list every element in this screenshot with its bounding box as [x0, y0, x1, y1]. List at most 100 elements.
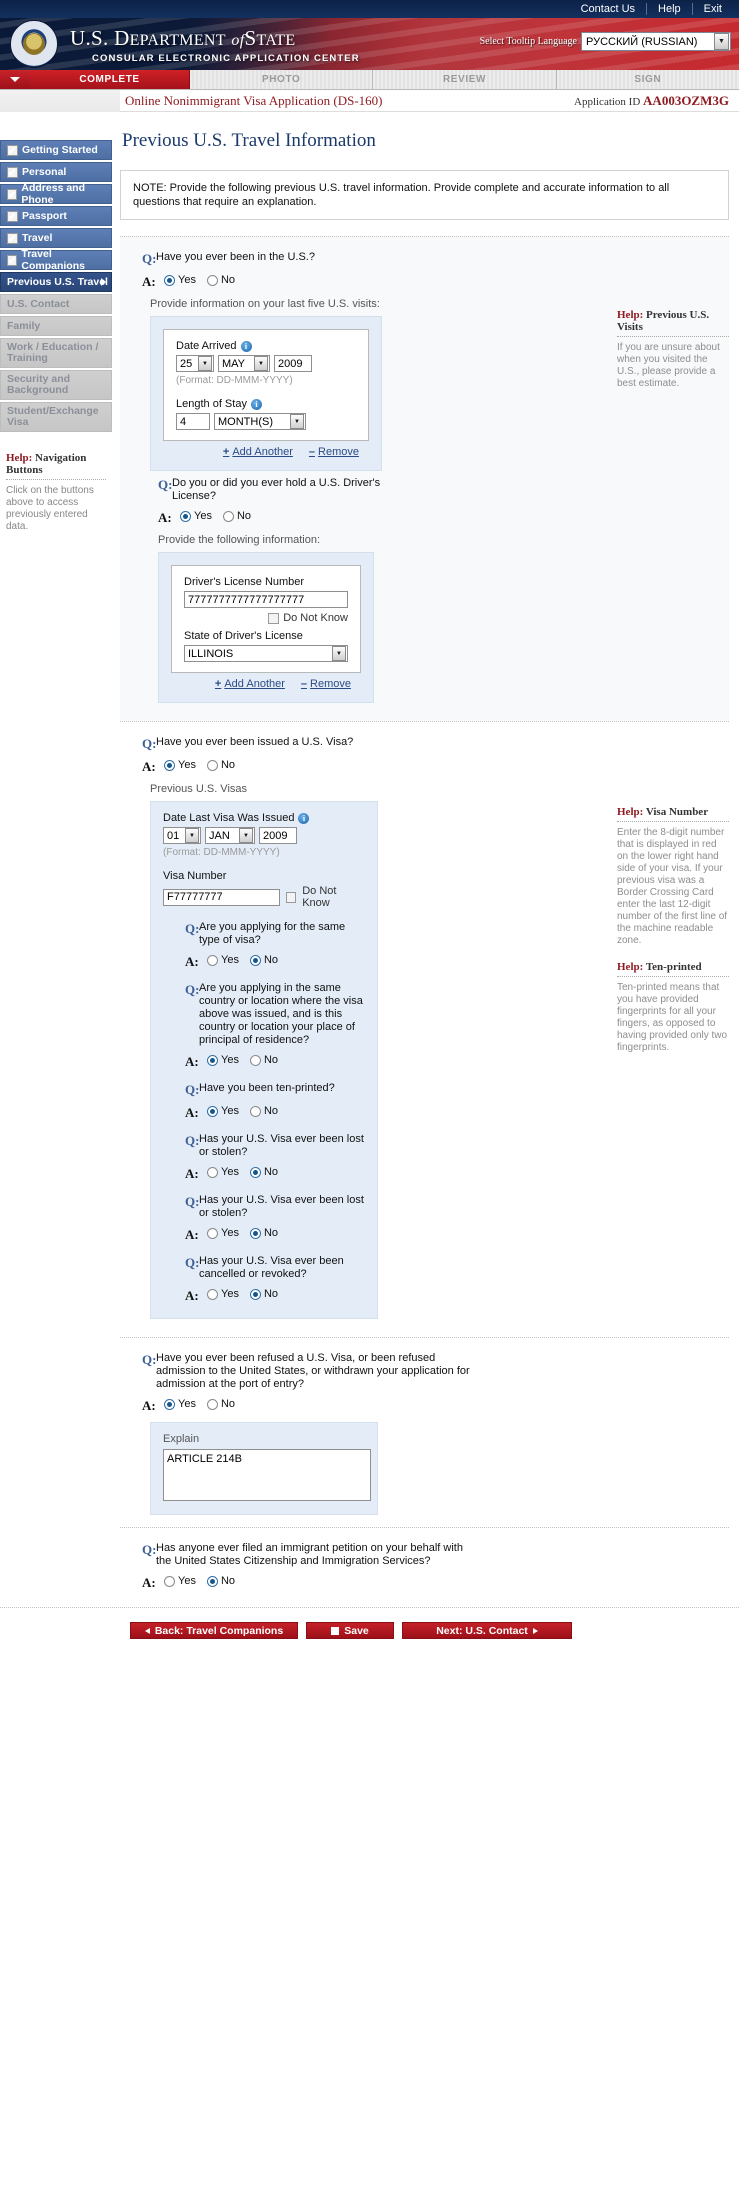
step-sign[interactable]: SIGN	[556, 70, 739, 89]
radio-no-cancelled-revoked[interactable]: No	[249, 1288, 278, 1300]
sidebar-item-security-and-background[interactable]: Security and Background	[0, 370, 112, 400]
radio-no-same-country[interactable]: No	[249, 1054, 278, 1066]
radio-icon[interactable]	[206, 274, 218, 286]
radio-icon[interactable]	[222, 510, 234, 522]
back-button[interactable]: Back: Travel Companions	[130, 1622, 298, 1639]
sidebar-item-travel[interactable]: ✔ Travel	[0, 228, 112, 248]
dl-number-input[interactable]: 7777777777777777777	[184, 591, 348, 608]
step-complete[interactable]: COMPLETE	[30, 70, 190, 89]
chevron-down-icon[interactable]: ▼	[290, 414, 304, 429]
radio-label: No	[236, 510, 252, 522]
radio-icon-selected[interactable]	[207, 1054, 218, 1066]
do-not-know-checkbox-dl[interactable]	[268, 612, 280, 624]
brand-wordmark: U.S. DEPARTMENT ofSTATE CONSULAR ELECTRO…	[70, 26, 360, 64]
radio-icon[interactable]	[207, 1166, 218, 1178]
sidebar-item-student-exchange-visa[interactable]: Student/Exchange Visa	[0, 402, 112, 432]
radio-icon[interactable]	[164, 1575, 175, 1587]
remove-dl-link[interactable]: – Remove	[301, 678, 351, 690]
date-arrived-year-input[interactable]: 2009	[274, 355, 312, 372]
do-not-know-checkbox-visa[interactable]	[285, 891, 297, 903]
chevron-down-icon[interactable]: ▼	[332, 646, 346, 661]
radio-yes-been-in-us[interactable]: Yes	[164, 274, 196, 286]
radio-icon[interactable]	[207, 1227, 218, 1239]
sidebar-item-us-contact[interactable]: U.S. Contact	[0, 294, 112, 314]
radio-icon-selected[interactable]	[164, 1398, 175, 1410]
sidebar-item-family[interactable]: Family	[0, 316, 112, 336]
radio-no-issued-visa[interactable]: No	[206, 759, 236, 771]
radio-yes-refused[interactable]: Yes	[164, 1398, 196, 1410]
chevron-down-icon[interactable]: ▼	[198, 356, 212, 371]
exit-link[interactable]: Exit	[691, 3, 733, 15]
add-another-dl-link[interactable]: + Add Another	[215, 678, 285, 690]
add-another-visit-link[interactable]: + Add Another	[223, 446, 293, 458]
explain-textarea[interactable]	[163, 1449, 371, 1501]
chevron-down-icon[interactable]: ▼	[254, 356, 268, 371]
radio-icon-selected[interactable]	[249, 1166, 261, 1178]
radio-no-lost-stolen-2[interactable]: No	[249, 1227, 278, 1239]
radio-yes-lost-stolen-1[interactable]: Yes	[207, 1166, 239, 1178]
dl-state-select[interactable]: ILLINOIS ▼	[184, 645, 348, 662]
date-arrived-month-select[interactable]: MAY ▼	[218, 355, 270, 372]
radio-icon[interactable]	[207, 1288, 218, 1300]
radio-yes-immigrant-petition[interactable]: Yes	[164, 1575, 196, 1587]
length-of-stay-value-input[interactable]: 4	[176, 413, 210, 430]
radio-icon-selected[interactable]	[207, 1105, 218, 1117]
radio-icon[interactable]	[249, 1105, 261, 1117]
visa-date-year-input[interactable]: 2009	[259, 827, 297, 844]
sidebar-item-getting-started[interactable]: ✔ Getting Started	[0, 140, 112, 160]
visa-number-input[interactable]: F77777777	[163, 888, 280, 906]
info-icon[interactable]: i	[240, 340, 252, 352]
radio-label: No	[220, 759, 236, 771]
radio-icon-selected[interactable]	[249, 954, 261, 966]
contact-us-link[interactable]: Contact Us	[570, 3, 646, 15]
radio-no-immigrant-petition[interactable]: No	[206, 1575, 235, 1587]
save-button[interactable]: Save	[306, 1622, 394, 1639]
sidebar-item-work-education-training[interactable]: Work / Education / Training	[0, 338, 112, 368]
radio-yes-cancelled-revoked[interactable]: Yes	[207, 1288, 239, 1300]
radio-icon[interactable]	[206, 759, 218, 771]
radio-yes-lost-stolen-2[interactable]: Yes	[207, 1227, 239, 1239]
radio-no-ten-printed[interactable]: No	[249, 1105, 278, 1117]
radio-icon-selected[interactable]	[249, 1288, 261, 1300]
radio-yes-same-country[interactable]: Yes	[207, 1054, 239, 1066]
radio-icon-selected[interactable]	[249, 1227, 261, 1239]
info-icon[interactable]: i	[298, 812, 310, 824]
radio-yes-drivers-license[interactable]: Yes	[180, 510, 212, 522]
radio-icon[interactable]	[249, 1054, 261, 1066]
remove-visit-link[interactable]: – Remove	[309, 446, 359, 458]
radio-yes-ten-printed[interactable]: Yes	[207, 1105, 239, 1117]
radio-no-drivers-license[interactable]: No	[222, 510, 252, 522]
radio-no-refused[interactable]: No	[206, 1398, 235, 1410]
help-link[interactable]: Help	[646, 3, 692, 15]
radio-icon-selected[interactable]	[206, 1575, 218, 1587]
sidebar-item-previous-us-travel[interactable]: Previous U.S. Travel	[0, 272, 112, 292]
radio-no-been-in-us[interactable]: No	[206, 274, 235, 286]
date-arrived-day-select[interactable]: 25 ▼	[176, 355, 214, 372]
radio-icon-selected[interactable]	[164, 274, 175, 286]
step-review[interactable]: REVIEW	[373, 70, 557, 89]
radio-icon[interactable]	[207, 954, 218, 966]
sidebar-item-address-and-phone[interactable]: ✔ Address and Phone	[0, 182, 112, 206]
tooltip-language-select[interactable]: РУССКИЙ (RUSSIAN) ▼	[581, 32, 731, 51]
date-arrived-label: Date Arrived	[176, 340, 237, 352]
radio-yes-same-type[interactable]: Yes	[207, 954, 239, 966]
visa-date-day-select[interactable]: 01 ▼	[163, 827, 201, 844]
chevron-down-icon[interactable]: ▼	[239, 828, 253, 843]
length-of-stay-unit-select[interactable]: MONTH(S) ▼	[214, 413, 306, 430]
radio-yes-issued-visa[interactable]: Yes	[164, 759, 196, 771]
visa-date-month-select[interactable]: JAN ▼	[205, 827, 255, 844]
radio-icon[interactable]	[206, 1398, 218, 1410]
radio-no-same-type[interactable]: No	[249, 954, 278, 966]
chevron-down-icon[interactable]: ▼	[185, 828, 199, 843]
sidebar-item-passport[interactable]: ✔ Passport	[0, 206, 112, 226]
radio-icon-selected[interactable]	[164, 759, 175, 771]
step-photo[interactable]: PHOTO	[190, 70, 374, 89]
length-of-stay-label: Length of Stay	[176, 398, 247, 410]
sidebar-item-personal[interactable]: ✔ Personal	[0, 162, 112, 182]
info-icon[interactable]: i	[250, 398, 262, 410]
radio-no-lost-stolen-1[interactable]: No	[249, 1166, 278, 1178]
next-button[interactable]: Next: U.S. Contact	[402, 1622, 572, 1639]
chevron-down-icon[interactable]: ▼	[714, 33, 729, 50]
sidebar-item-travel-companions[interactable]: ✔ Travel Companions	[0, 248, 112, 272]
radio-icon-selected[interactable]	[180, 510, 191, 522]
